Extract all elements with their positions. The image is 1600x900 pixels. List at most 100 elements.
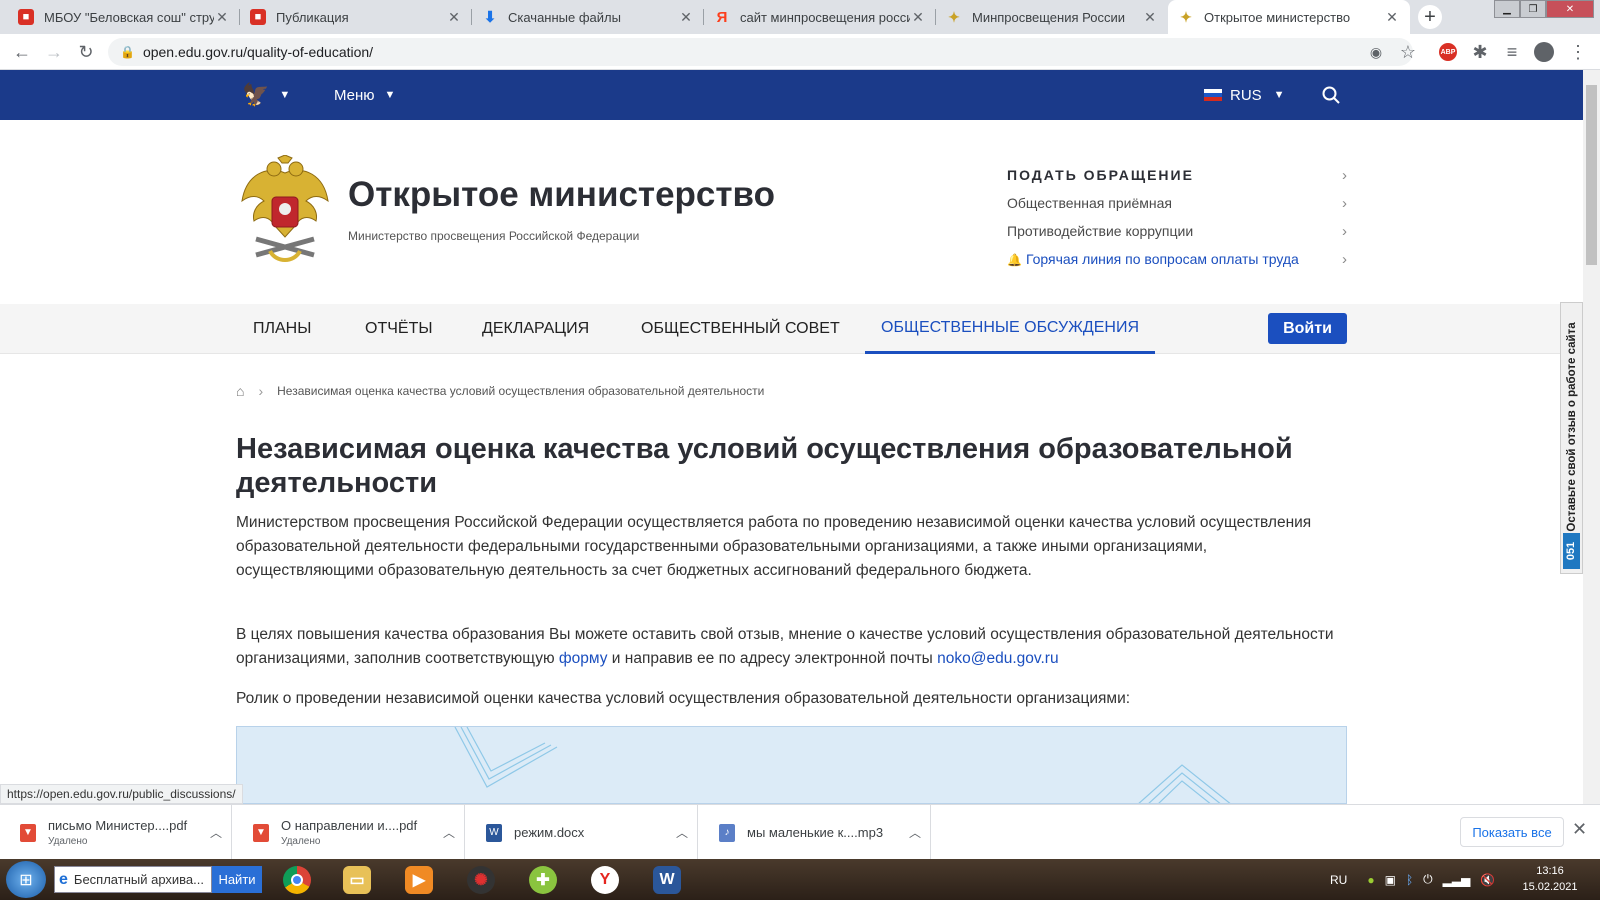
site-search-button[interactable]	[1322, 70, 1340, 120]
download-item[interactable]: W режим.docx ︿	[466, 805, 698, 860]
home-icon[interactable]: ⌂	[236, 383, 244, 399]
close-window-button[interactable]: ✕	[1546, 0, 1594, 18]
tab-declaration[interactable]: ДЕКЛАРАЦИЯ	[482, 304, 589, 354]
browser-menu-icon[interactable]: ⋮	[1566, 40, 1590, 64]
power-icon[interactable]: ⏻	[1423, 872, 1433, 887]
system-tray: RU ● ▣ ᛒ ⏻ ▂▃▅ 🔇	[1330, 859, 1495, 900]
back-icon[interactable]: ←	[10, 40, 34, 64]
download-icon: ⬇	[483, 9, 497, 26]
search-icon	[1322, 86, 1340, 104]
extensions-puzzle-icon[interactable]: ✱	[1468, 40, 1492, 64]
eye-slash-icon[interactable]: ◉	[1364, 40, 1388, 64]
chrome-taskbar-button[interactable]	[270, 861, 324, 898]
pdf-favicon-icon: ■	[18, 9, 34, 25]
close-tab-icon[interactable]: ✕	[910, 9, 926, 26]
red-app-icon: ✺	[467, 865, 495, 894]
download-filename: О направлении и....pdf	[281, 818, 418, 833]
yandex-taskbar-button[interactable]: Y	[578, 861, 632, 898]
tab-label: ПЛАНЫ	[253, 320, 312, 337]
app-taskbar-button[interactable]: ✺	[454, 861, 508, 898]
video-player[interactable]	[236, 726, 1347, 804]
submit-appeal-link[interactable]: ПОДАТЬ ОБРАЩЕНИЕ ›	[1007, 167, 1347, 184]
tab-plans[interactable]: ПЛАНЫ	[253, 304, 311, 354]
close-tab-icon[interactable]: ✕	[446, 9, 462, 26]
emblem-icon: 🦅	[242, 82, 270, 107]
profile-avatar-icon[interactable]	[1532, 40, 1556, 64]
browser-tab[interactable]: ✦ Минпросвещения России ✕	[936, 0, 1168, 34]
chevron-right-icon: ›	[258, 383, 264, 399]
download-item[interactable]: ▼ письмо Министер....pdf Удалено ︿	[0, 805, 232, 860]
emblem-menu-toggle[interactable]: 🦅 ▼	[242, 70, 290, 120]
chevron-up-icon[interactable]: ︿	[900, 824, 930, 841]
tab-label: ОБЩЕСТВЕННЫЙ СОВЕТ	[641, 320, 840, 337]
minimize-window-button[interactable]: ▁	[1494, 0, 1520, 18]
download-item[interactable]: ▼ О направлении и....pdf Удалено ︿	[233, 805, 465, 860]
media-control-icon[interactable]: ≡	[1500, 40, 1524, 64]
new-tab-button[interactable]: +	[1418, 5, 1442, 29]
close-tab-icon[interactable]: ✕	[1142, 9, 1158, 26]
download-item[interactable]: ♪ мы маленькие к....mp3 ︿	[699, 805, 931, 860]
word-taskbar-button[interactable]: W	[640, 861, 694, 898]
tab-reports[interactable]: ОТЧЁТЫ	[365, 304, 433, 354]
explorer-taskbar-button[interactable]: ▭	[330, 861, 384, 898]
browser-tab[interactable]: ■ МБОУ "Беловская сош" структ ✕	[8, 0, 240, 34]
email-link[interactable]: noko@edu.gov.ru	[937, 650, 1058, 667]
browser-tab[interactable]: ■ Публикация ✕	[240, 0, 472, 34]
bluetooth-icon[interactable]: ᛒ	[1406, 873, 1413, 887]
browser-tab[interactable]: ⬇ Скачанные файлы ✕	[472, 0, 704, 34]
app-taskbar-button[interactable]: ✚	[516, 861, 570, 898]
close-icon[interactable]: ✕	[1572, 819, 1587, 840]
windows-logo-icon: ⊞	[19, 871, 33, 889]
feedback-side-tab[interactable]: Оставьте свой отзыв о работе сайта 051	[1560, 302, 1583, 574]
tab-public-discussions[interactable]: ОБЩЕСТВЕННЫЕ ОБСУЖДЕНИЯ	[865, 304, 1155, 354]
language-switcher[interactable]: RUS ▼	[1204, 70, 1285, 120]
browser-tab-active[interactable]: ✦ Открытое министерство ✕	[1168, 0, 1410, 34]
chevron-up-icon[interactable]: ︿	[434, 824, 464, 841]
chevron-up-icon[interactable]: ︿	[667, 824, 697, 841]
lock-icon[interactable]: 🔒	[120, 45, 135, 59]
audio-file-icon: ♪	[719, 823, 735, 842]
word-icon: W	[653, 865, 681, 894]
page-scrollbar[interactable]	[1583, 70, 1600, 804]
tab-label: ОБЩЕСТВЕННЫЕ ОБСУЖДЕНИЯ	[881, 318, 1139, 336]
clock-time: 13:16	[1536, 865, 1564, 877]
close-tab-icon[interactable]: ✕	[678, 9, 694, 26]
form-link[interactable]: форму	[559, 650, 608, 667]
close-tab-icon[interactable]: ✕	[1384, 9, 1400, 26]
bookmark-star-icon[interactable]: ☆	[1396, 40, 1420, 64]
address-bar[interactable]: 🔒 open.edu.gov.ru/quality-of-education/	[108, 38, 1413, 66]
site-title[interactable]: Открытое министерство	[348, 175, 775, 215]
browser-tab[interactable]: Я сайт минпросвещения росси ✕	[704, 0, 936, 34]
browser-toolbar: ← → ↻ 🔒 open.edu.gov.ru/quality-of-educa…	[0, 34, 1600, 70]
scrollbar-thumb[interactable]	[1586, 85, 1597, 265]
hotline-link[interactable]: 🔔 Горячая линия по вопросам оплаты труда …	[1007, 251, 1347, 268]
taskbar-clock[interactable]: 13:16 15.02.2021	[1510, 863, 1590, 895]
adblock-icon[interactable]: ABP	[1436, 40, 1460, 64]
reload-icon[interactable]: ↻	[74, 40, 98, 64]
taskbar-search-input[interactable]: e Бесплатный архива...	[54, 866, 212, 893]
start-button[interactable]: ⊞	[6, 861, 46, 898]
site-top-bar: 🦅 ▼ Меню ▼ RUS ▼	[0, 70, 1583, 120]
menu-button[interactable]: Меню ▼	[334, 70, 395, 120]
chevron-down-icon: ▼	[384, 89, 396, 101]
volume-muted-icon[interactable]: 🔇	[1480, 873, 1495, 887]
forward-icon[interactable]: →	[42, 40, 66, 64]
maximize-window-button[interactable]: ❐	[1520, 0, 1546, 18]
anti-corruption-link[interactable]: Противодействие коррупции ›	[1007, 223, 1347, 240]
badge-text: 051	[1565, 541, 1578, 561]
tray-app-icon[interactable]: ●	[1367, 873, 1374, 887]
login-button[interactable]: Войти	[1268, 313, 1347, 344]
tab-public-council[interactable]: ОБЩЕСТВЕННЫЙ СОВЕТ	[641, 304, 840, 354]
coat-of-arms-logo[interactable]	[236, 154, 334, 267]
input-language-indicator[interactable]: RU	[1330, 873, 1347, 887]
download-status: Удалено	[48, 836, 88, 847]
public-reception-link[interactable]: Общественная приёмная ›	[1007, 195, 1347, 212]
close-tab-icon[interactable]: ✕	[214, 9, 230, 26]
network-signal-icon[interactable]: ▂▃▅	[1443, 873, 1471, 887]
taskbar-search-button[interactable]: Найти	[212, 866, 262, 893]
tab-title: Открытое министерство	[1204, 9, 1351, 25]
media-player-taskbar-button[interactable]: ▶	[392, 861, 446, 898]
show-all-downloads-button[interactable]: Показать все	[1460, 817, 1564, 847]
tray-monitor-icon[interactable]: ▣	[1385, 873, 1396, 887]
chevron-up-icon[interactable]: ︿	[201, 824, 231, 841]
